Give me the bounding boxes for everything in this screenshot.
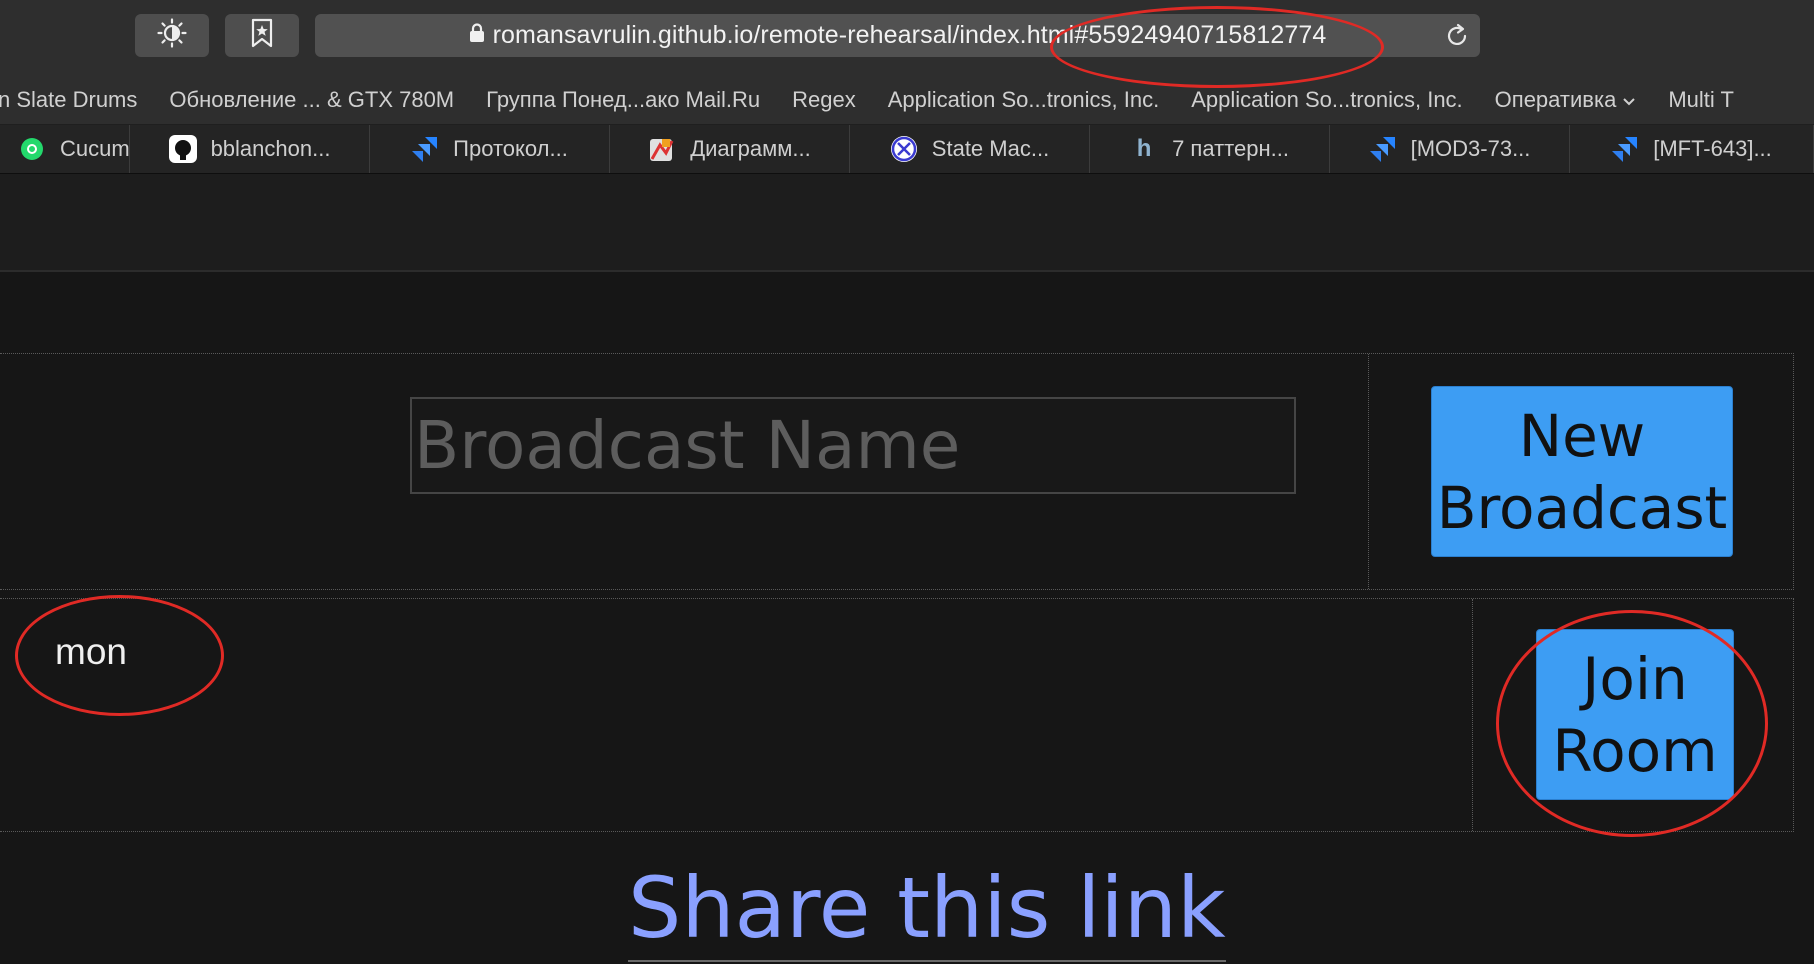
cell-divider (1472, 599, 1473, 831)
browser-toolbar: romansavrulin.github.io/remote-rehearsal… (0, 0, 1814, 76)
state-machine-icon (890, 135, 918, 163)
bookmark-item[interactable]: Application So...tronics, Inc. (1191, 87, 1462, 113)
tab-state-machine[interactable]: State Mac... (850, 125, 1090, 173)
theme-toggle-button[interactable] (135, 14, 209, 57)
jira-icon (1369, 135, 1397, 163)
tab-jira-mft[interactable]: [MFT-643]... (1570, 125, 1814, 173)
tab-label: State Mac... (931, 136, 1050, 161)
bookmark-item[interactable]: Обновление ... & GTX 780M (169, 87, 454, 113)
cell-divider (1368, 354, 1369, 589)
tab-label: [MFT-643]... (1653, 136, 1772, 161)
url-text: romansavrulin.github.io/remote-rehearsal… (492, 21, 1327, 49)
jira-icon (411, 135, 439, 163)
bookmark-folder-label: Оперативка (1494, 87, 1617, 112)
bookmark-item[interactable]: Application So...tronics, Inc. (888, 87, 1159, 113)
room-row (0, 598, 1794, 832)
tab-label: Cucum (60, 136, 130, 161)
join-room-label-line1: Join (1582, 644, 1688, 713)
new-broadcast-label-line1: New (1518, 401, 1646, 470)
new-broadcast-label-line2: Broadcast (1436, 473, 1728, 542)
new-broadcast-button[interactable]: New Broadcast (1431, 386, 1733, 557)
tab-cucumber[interactable]: Cucum (0, 125, 130, 173)
join-room-label-line2: Room (1552, 716, 1718, 785)
bookmark-item[interactable]: Multi T (1668, 87, 1734, 113)
github-icon (168, 135, 197, 163)
reload-icon[interactable] (1444, 23, 1470, 54)
tab-bar: Cucum bblanchon... Протокол... Диаграмм.… (0, 125, 1814, 174)
tab-label: Диаграмм... (690, 136, 811, 161)
bookmark-star-icon (250, 18, 274, 53)
bookmark-item[interactable]: Regex (792, 87, 856, 113)
tab-jira-mod3[interactable]: [MOD3-73... (1330, 125, 1570, 173)
tab-github[interactable]: bblanchon... (130, 125, 370, 173)
cucumber-icon (18, 135, 46, 163)
bookmark-folder[interactable]: Оперативка (1495, 87, 1637, 113)
tab-label: Протокол... (453, 136, 568, 161)
page-header (0, 174, 1814, 272)
bookmark-button[interactable] (225, 14, 299, 57)
tab-label: [MOD3-73... (1410, 136, 1531, 161)
tab-label: 7 паттерн... (1172, 136, 1289, 161)
diagram-icon (648, 135, 676, 163)
tab-label: bblanchon... (210, 136, 331, 161)
address-bar[interactable]: romansavrulin.github.io/remote-rehearsal… (315, 14, 1480, 57)
habr-icon: h (1136, 135, 1152, 162)
join-room-button[interactable]: Join Room (1536, 629, 1734, 800)
tab-jira-protocol[interactable]: Протокол... (370, 125, 610, 173)
lock-icon (469, 23, 485, 48)
share-link-title: Share this link (628, 860, 1226, 962)
jira-icon (1611, 135, 1639, 163)
tab-diagrams[interactable]: Диаграмм... (610, 125, 850, 173)
tab-habr[interactable]: h 7 паттерн... (1090, 125, 1330, 173)
chevron-down-icon (1622, 87, 1636, 113)
room-name-text: mon (55, 631, 127, 672)
bookmark-item[interactable]: n Slate Drums (0, 87, 137, 113)
broadcast-name-input[interactable] (410, 397, 1296, 494)
sun-icon (157, 18, 187, 53)
bookmarks-bar: n Slate Drums Обновление ... & GTX 780M … (0, 76, 1814, 125)
bookmark-item[interactable]: Группа Понед...ако Mail.Ru (486, 87, 760, 113)
